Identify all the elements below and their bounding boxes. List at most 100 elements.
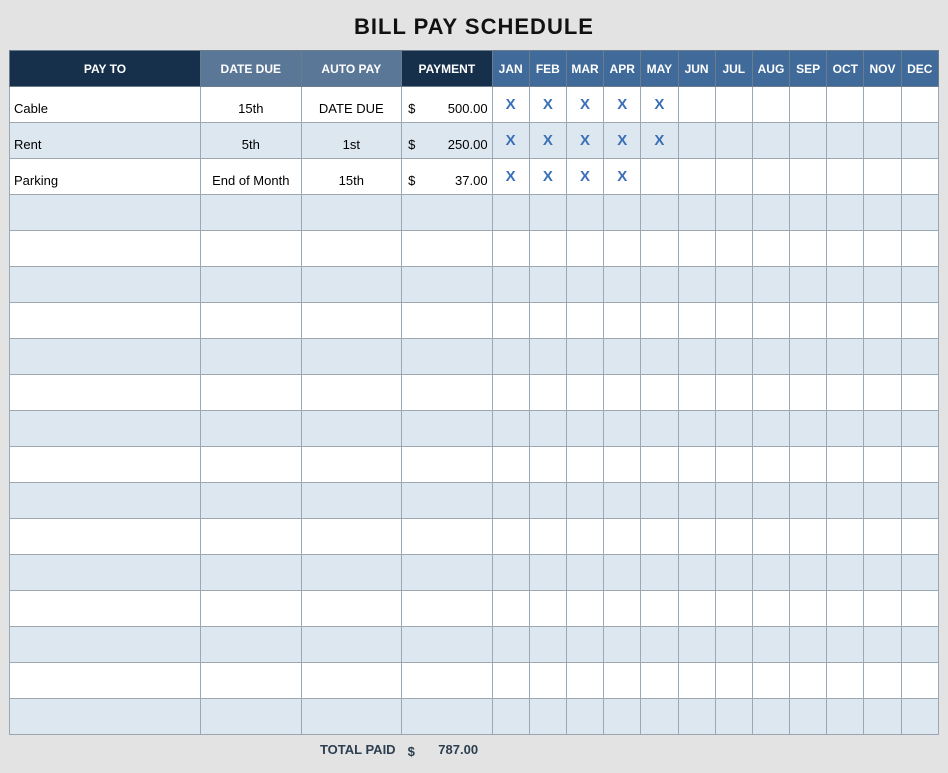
cell-payment[interactable] [402, 411, 492, 447]
cell-month[interactable] [715, 123, 752, 159]
cell-month[interactable] [492, 627, 529, 663]
cell-payto[interactable] [10, 375, 201, 411]
cell-month[interactable] [715, 375, 752, 411]
cell-month[interactable] [715, 591, 752, 627]
cell-datedue[interactable] [201, 375, 302, 411]
cell-datedue[interactable] [201, 483, 302, 519]
cell-month[interactable] [827, 483, 864, 519]
cell-payment[interactable] [402, 627, 492, 663]
cell-month[interactable] [901, 375, 938, 411]
cell-month[interactable] [529, 447, 566, 483]
cell-month[interactable] [566, 231, 603, 267]
cell-payto[interactable] [10, 555, 201, 591]
cell-month[interactable] [752, 231, 789, 267]
cell-payto[interactable]: Rent [10, 123, 201, 159]
cell-payto[interactable] [10, 411, 201, 447]
cell-month[interactable] [827, 375, 864, 411]
cell-month[interactable]: X [641, 123, 678, 159]
cell-month[interactable] [566, 375, 603, 411]
cell-month[interactable] [752, 519, 789, 555]
cell-month[interactable] [604, 483, 641, 519]
cell-month[interactable]: X [492, 87, 529, 123]
cell-month[interactable] [752, 591, 789, 627]
cell-month[interactable] [901, 339, 938, 375]
cell-month[interactable] [529, 699, 566, 735]
cell-payment[interactable] [402, 519, 492, 555]
cell-datedue[interactable] [201, 447, 302, 483]
cell-month[interactable] [492, 375, 529, 411]
cell-month[interactable] [641, 699, 678, 735]
cell-month[interactable] [864, 87, 901, 123]
cell-autopay[interactable] [301, 591, 402, 627]
cell-month[interactable] [790, 231, 827, 267]
cell-month[interactable] [715, 87, 752, 123]
cell-autopay[interactable] [301, 699, 402, 735]
cell-month[interactable]: X [604, 87, 641, 123]
cell-month[interactable] [566, 627, 603, 663]
cell-month[interactable] [752, 663, 789, 699]
cell-month[interactable] [715, 483, 752, 519]
cell-month[interactable] [901, 87, 938, 123]
cell-payment[interactable] [402, 267, 492, 303]
cell-month[interactable] [752, 699, 789, 735]
cell-month[interactable] [678, 555, 715, 591]
cell-month[interactable]: X [529, 123, 566, 159]
cell-month[interactable] [864, 663, 901, 699]
cell-month[interactable] [827, 555, 864, 591]
cell-month[interactable] [752, 627, 789, 663]
cell-month[interactable] [604, 555, 641, 591]
cell-payment[interactable] [402, 555, 492, 591]
cell-month[interactable] [864, 627, 901, 663]
cell-month[interactable] [715, 303, 752, 339]
cell-datedue[interactable]: End of Month [201, 159, 302, 195]
cell-month[interactable] [641, 591, 678, 627]
cell-autopay[interactable]: 1st [301, 123, 402, 159]
cell-month[interactable] [678, 519, 715, 555]
cell-month[interactable] [827, 159, 864, 195]
cell-month[interactable] [790, 303, 827, 339]
cell-month[interactable] [715, 231, 752, 267]
cell-month[interactable] [678, 411, 715, 447]
cell-month[interactable] [901, 447, 938, 483]
cell-month[interactable]: X [529, 159, 566, 195]
cell-month[interactable] [864, 195, 901, 231]
cell-datedue[interactable] [201, 411, 302, 447]
cell-month[interactable] [715, 159, 752, 195]
cell-month[interactable] [864, 699, 901, 735]
cell-month[interactable] [566, 591, 603, 627]
cell-autopay[interactable] [301, 339, 402, 375]
cell-payment[interactable]: $500.00 [402, 87, 492, 123]
cell-month[interactable] [901, 699, 938, 735]
cell-month[interactable] [790, 483, 827, 519]
cell-payto[interactable]: Parking [10, 159, 201, 195]
cell-month[interactable] [604, 663, 641, 699]
cell-month[interactable] [492, 519, 529, 555]
cell-datedue[interactable] [201, 627, 302, 663]
cell-month[interactable] [864, 303, 901, 339]
cell-month[interactable] [566, 411, 603, 447]
cell-month[interactable] [827, 267, 864, 303]
cell-month[interactable] [715, 519, 752, 555]
cell-autopay[interactable] [301, 519, 402, 555]
cell-month[interactable] [641, 519, 678, 555]
cell-month[interactable] [827, 303, 864, 339]
cell-month[interactable] [752, 339, 789, 375]
cell-payment[interactable] [402, 699, 492, 735]
cell-payment[interactable]: $250.00 [402, 123, 492, 159]
cell-payto[interactable] [10, 447, 201, 483]
cell-autopay[interactable]: 15th [301, 159, 402, 195]
cell-month[interactable] [641, 267, 678, 303]
cell-month[interactable] [752, 555, 789, 591]
cell-month[interactable] [790, 375, 827, 411]
cell-month[interactable] [678, 87, 715, 123]
cell-month[interactable] [864, 411, 901, 447]
cell-month[interactable] [827, 663, 864, 699]
cell-datedue[interactable]: 15th [201, 87, 302, 123]
cell-month[interactable] [678, 231, 715, 267]
cell-month[interactable] [790, 555, 827, 591]
cell-month[interactable] [529, 483, 566, 519]
cell-payto[interactable] [10, 303, 201, 339]
cell-month[interactable] [529, 267, 566, 303]
cell-month[interactable] [790, 159, 827, 195]
cell-month[interactable] [752, 123, 789, 159]
